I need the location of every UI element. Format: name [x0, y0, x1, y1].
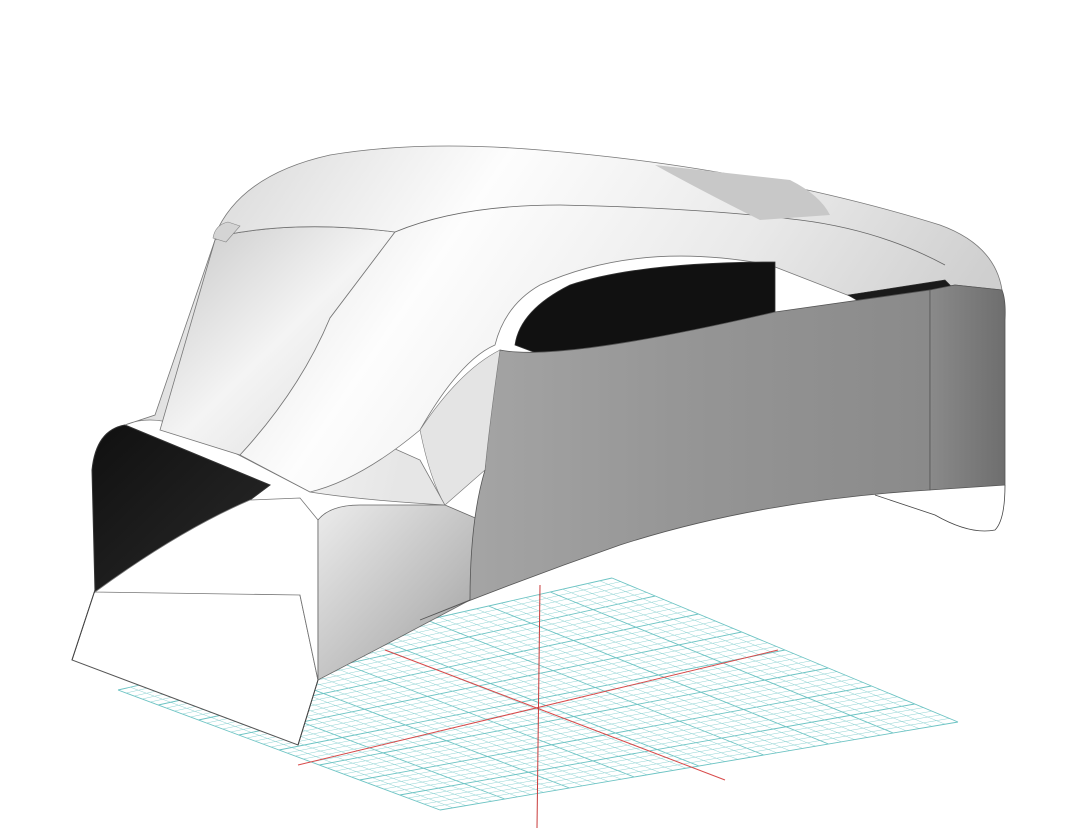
3d-viewport[interactable]	[0, 0, 1080, 830]
gridline-v	[415, 710, 933, 802]
gridline-v	[439, 721, 959, 811]
viewport-canvas[interactable]	[0, 0, 1080, 830]
rear-end-panel[interactable]	[929, 284, 1006, 491]
gridline-v	[431, 718, 950, 808]
gridline-u	[611, 577, 959, 723]
front-fender-panel[interactable]	[317, 504, 481, 681]
car-body-model[interactable]	[71, 145, 1006, 746]
gridline-v	[391, 700, 907, 793]
gridline-u	[550, 591, 894, 734]
gridline-v	[407, 707, 924, 799]
gridline-v	[423, 714, 941, 805]
gridline-v	[399, 703, 915, 796]
